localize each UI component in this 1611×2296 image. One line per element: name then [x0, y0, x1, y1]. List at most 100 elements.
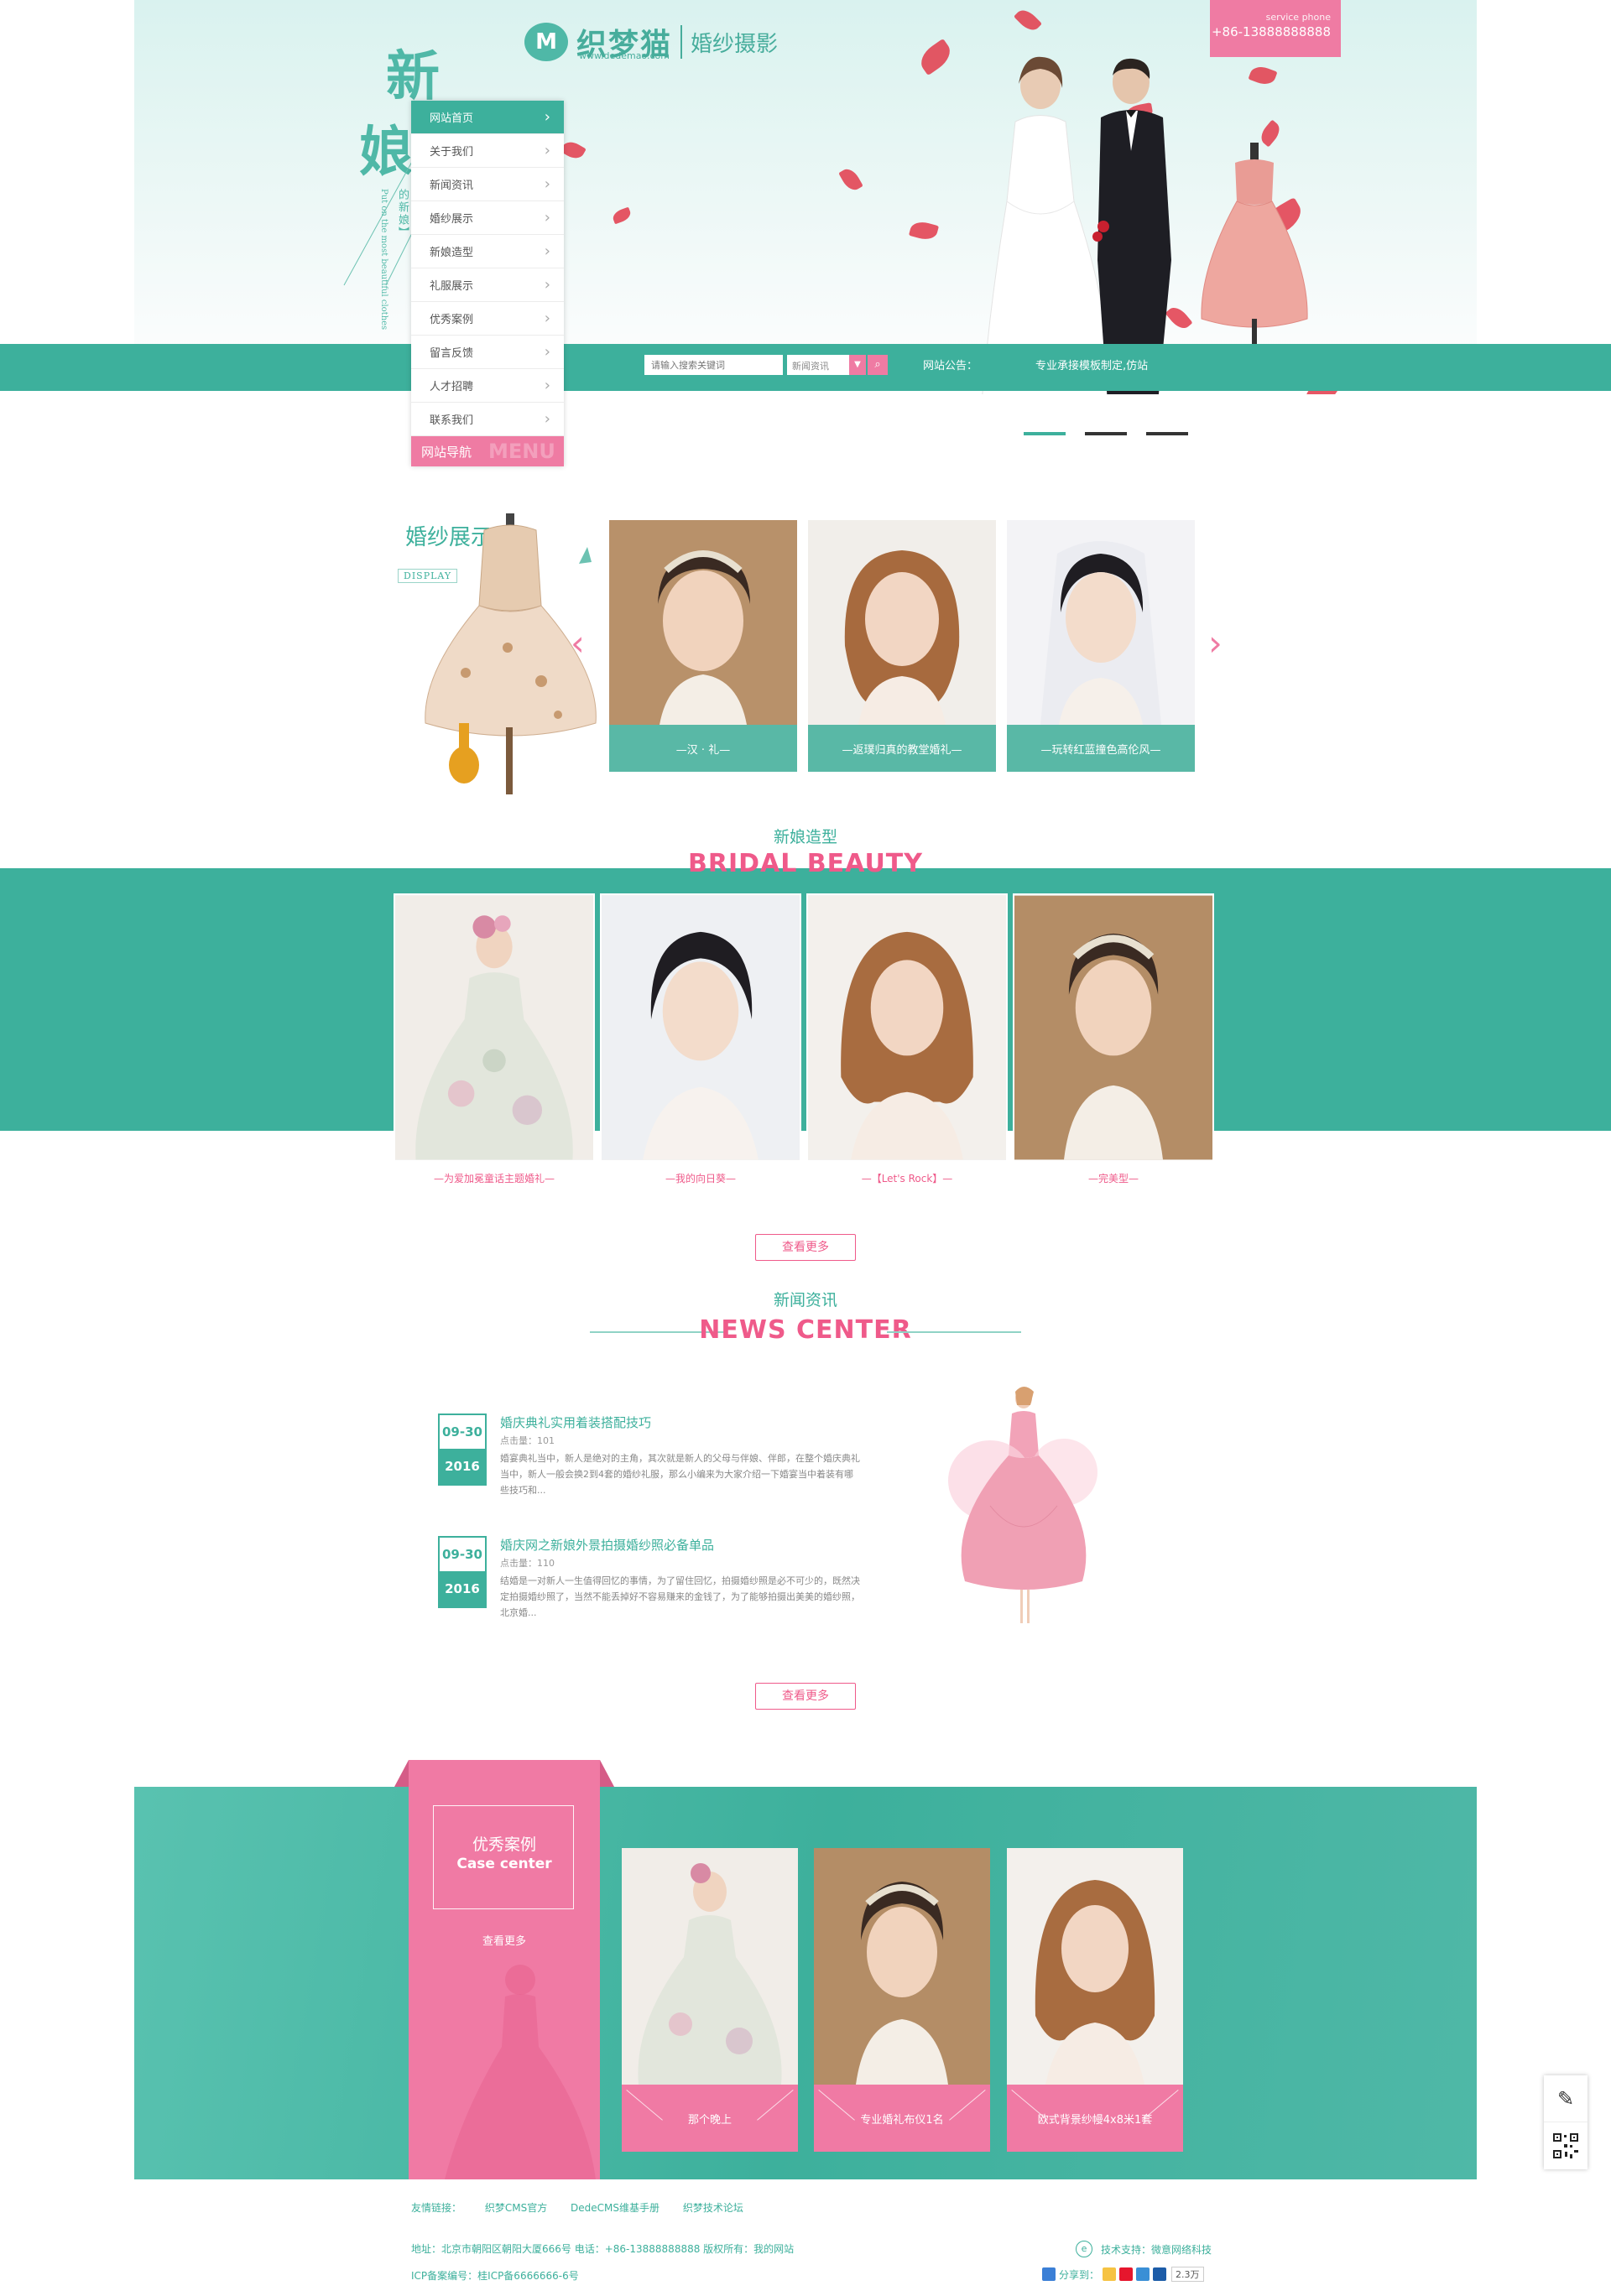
search-icon: ⌕ — [874, 358, 881, 371]
bridal-photo[interactable] — [394, 893, 595, 1162]
nav-item-feedback[interactable]: 留言反馈 › — [411, 336, 564, 369]
dress-card[interactable]: —玩转红蓝撞色高伦风— — [1007, 520, 1195, 772]
news-item[interactable]: 09-30 2016 婚庆网之新娘外景拍摄婚纱照必备单品 点击量：110 结婚是… — [438, 1536, 874, 1620]
caret-down-icon[interactable]: ▼ — [849, 355, 866, 375]
dress-card-caption: —返璞归真的教堂婚礼— — [808, 725, 996, 772]
news-date-md: 09-30 — [440, 1415, 485, 1449]
news-section-title: 新闻资讯 — [773, 1291, 837, 1309]
news-dress-illustration — [948, 1387, 1097, 1623]
search-button[interactable]: ⌕ — [868, 355, 888, 375]
chevron-right-icon: › — [544, 108, 550, 126]
bridal-caption[interactable]: —完美型— — [1013, 1171, 1214, 1185]
notice-text[interactable]: 专业承接模板制定,仿站 — [1035, 357, 1148, 372]
nav-item-gowns[interactable]: 礼服展示 › — [411, 268, 564, 302]
qrcode-icon[interactable] — [1544, 2122, 1588, 2169]
nav-item-label: 留言反馈 — [430, 347, 474, 360]
bridal-photo[interactable] — [1013, 893, 1214, 1162]
bridal-photo[interactable] — [600, 893, 801, 1162]
bridal-photo-image — [1014, 895, 1212, 1160]
chevron-right-icon[interactable]: › — [1208, 622, 1223, 664]
bridal-section-title-en: BRIDAL BEAUTY — [687, 849, 923, 878]
bridal-photo[interactable] — [806, 893, 1008, 1162]
case-more-link[interactable]: 查看更多 — [409, 1932, 600, 1948]
chevron-right-icon: › — [544, 377, 550, 394]
tencent-weibo-icon[interactable] — [1136, 2267, 1150, 2281]
notice-label: 网站公告： — [923, 360, 978, 372]
couple-photo — [982, 56, 1171, 394]
petal-decoration — [1248, 63, 1278, 88]
case-card[interactable]: 那个晚上 — [622, 1848, 798, 2152]
tech-support-text: 技术支持：微意网络科技 — [1101, 2243, 1212, 2256]
footer-icp[interactable]: ICP备案编号：桂ICP备6666666-6号 — [411, 2268, 579, 2283]
share-plus-icon[interactable] — [1042, 2267, 1056, 2281]
friend-link[interactable]: DedeCMS维基手册 — [571, 2202, 660, 2214]
nav-item-home[interactable]: 网站首页 › — [411, 101, 564, 134]
nav-footer-label: 网站导航 — [421, 445, 472, 460]
news-item[interactable]: 09-30 2016 婚庆典礼实用着装搭配技巧 点击量：101 婚宴典礼当中，新… — [438, 1414, 874, 1497]
dress-card[interactable]: —返璞归真的教堂婚礼— — [808, 520, 996, 772]
qzone-icon[interactable] — [1103, 2267, 1117, 2281]
bridal-caption[interactable]: —为爱加冕童话主题婚礼— — [394, 1171, 595, 1185]
nav-item-label: 网站首页 — [430, 112, 474, 125]
nav-item-news[interactable]: 新闻资讯 › — [411, 168, 564, 201]
bridal-caption[interactable]: —我的向日葵— — [600, 1171, 801, 1185]
case-section-title: 优秀案例 — [472, 1835, 536, 1854]
chevron-right-icon: › — [544, 343, 550, 361]
news-summary: 结婚是一对新人一生值得回忆的事情，为了留住回忆，拍摄婚纱照是必不可少的，既然决定… — [500, 1575, 860, 1618]
nav-item-label: 婚纱展示 — [430, 213, 474, 226]
nav-item-cases[interactable]: 优秀案例 › — [411, 302, 564, 336]
phone-label: service phone — [1265, 12, 1331, 23]
chevron-right-icon: › — [544, 276, 550, 294]
nav-item-contact[interactable]: 联系我们 › — [411, 403, 564, 436]
dress-card-caption: —汉 · 礼— — [609, 725, 797, 772]
bridal-caption[interactable]: —【Let's Rock】— — [806, 1171, 1008, 1185]
bridal-more-button[interactable]: 查看更多 — [755, 1234, 856, 1261]
case-ribbon-fold-right — [600, 1760, 614, 1787]
news-title[interactable]: 婚庆网之新娘外景拍摄婚纱照必备单品 — [500, 1536, 714, 1554]
case-card-caption: 欧式背景纱幔4x8米1套 — [1007, 2085, 1183, 2152]
news-date-md: 09-30 — [440, 1538, 485, 1571]
case-card[interactable]: 欧式背景纱幔4x8米1套 — [1007, 1848, 1183, 2152]
nav-item-bridal-style[interactable]: 新娘造型 › — [411, 235, 564, 268]
case-section-background — [134, 1787, 1477, 2179]
nav-item-jobs[interactable]: 人才招聘 › — [411, 369, 564, 403]
logo-subtitle: 婚纱摄影 — [691, 31, 779, 57]
case-card[interactable]: 专业婚礼布仪1名 — [814, 1848, 990, 2152]
chevron-right-icon: › — [544, 310, 550, 327]
share-bar: 分享到： 2.3万 — [1042, 2267, 1204, 2282]
chevron-left-icon[interactable]: ‹ — [571, 622, 585, 664]
slider-dot-active[interactable] — [1024, 432, 1066, 435]
news-more-button[interactable]: 查看更多 — [755, 1683, 856, 1710]
chevron-right-icon: › — [544, 410, 550, 428]
friend-link[interactable]: 织梦CMS官方 — [485, 2202, 547, 2214]
slider-dot[interactable] — [1146, 432, 1188, 435]
case-card-caption-text: 那个晚上 — [687, 2113, 732, 2127]
news-title[interactable]: 婚庆典礼实用着装搭配技巧 — [500, 1414, 651, 1431]
nav-item-label: 礼服展示 — [430, 280, 474, 293]
nav-item-dresses[interactable]: 婚纱展示 › — [411, 201, 564, 235]
dress-show-tag: DISPLAY — [398, 569, 458, 583]
news-clicks: 点击量：101 — [500, 1435, 555, 1446]
petal-decoration — [838, 165, 863, 194]
nav-item-about[interactable]: 关于我们 › — [411, 134, 564, 168]
dress-card[interactable]: —汉 · 礼— — [609, 520, 797, 772]
slider-dot[interactable] — [1085, 432, 1127, 435]
news-section-title-en: NEWS CENTER — [699, 1315, 912, 1345]
chevron-right-icon: › — [544, 142, 550, 159]
edit-icon[interactable]: ✎ — [1544, 2075, 1588, 2122]
renren-icon[interactable] — [1153, 2267, 1167, 2281]
chevron-right-icon: › — [544, 175, 550, 193]
tech-support[interactable]: e 技术支持：微意网络科技 — [1076, 2241, 1212, 2257]
news-date-year: 2016 — [440, 1571, 485, 1606]
search-input[interactable] — [644, 355, 783, 375]
bride-silhouette — [445, 1965, 596, 2179]
news-date: 09-30 2016 — [438, 1536, 487, 1608]
petal-decoration — [908, 219, 940, 242]
case-ribbon-fold-left — [394, 1760, 409, 1787]
weibo-icon[interactable] — [1119, 2267, 1134, 2281]
search-category-select[interactable]: 新闻资讯 ▼ — [787, 355, 866, 375]
hero-banner: 新 娘 的 嫁 衣 【穿上最美的婚纱，做最美的新娘】 Put on the mo… — [134, 0, 1477, 394]
case-card-caption: 专业婚礼布仪1名 — [814, 2085, 990, 2152]
nav-item-label: 关于我们 — [430, 146, 474, 159]
friend-link[interactable]: 织梦技术论坛 — [683, 2202, 743, 2214]
